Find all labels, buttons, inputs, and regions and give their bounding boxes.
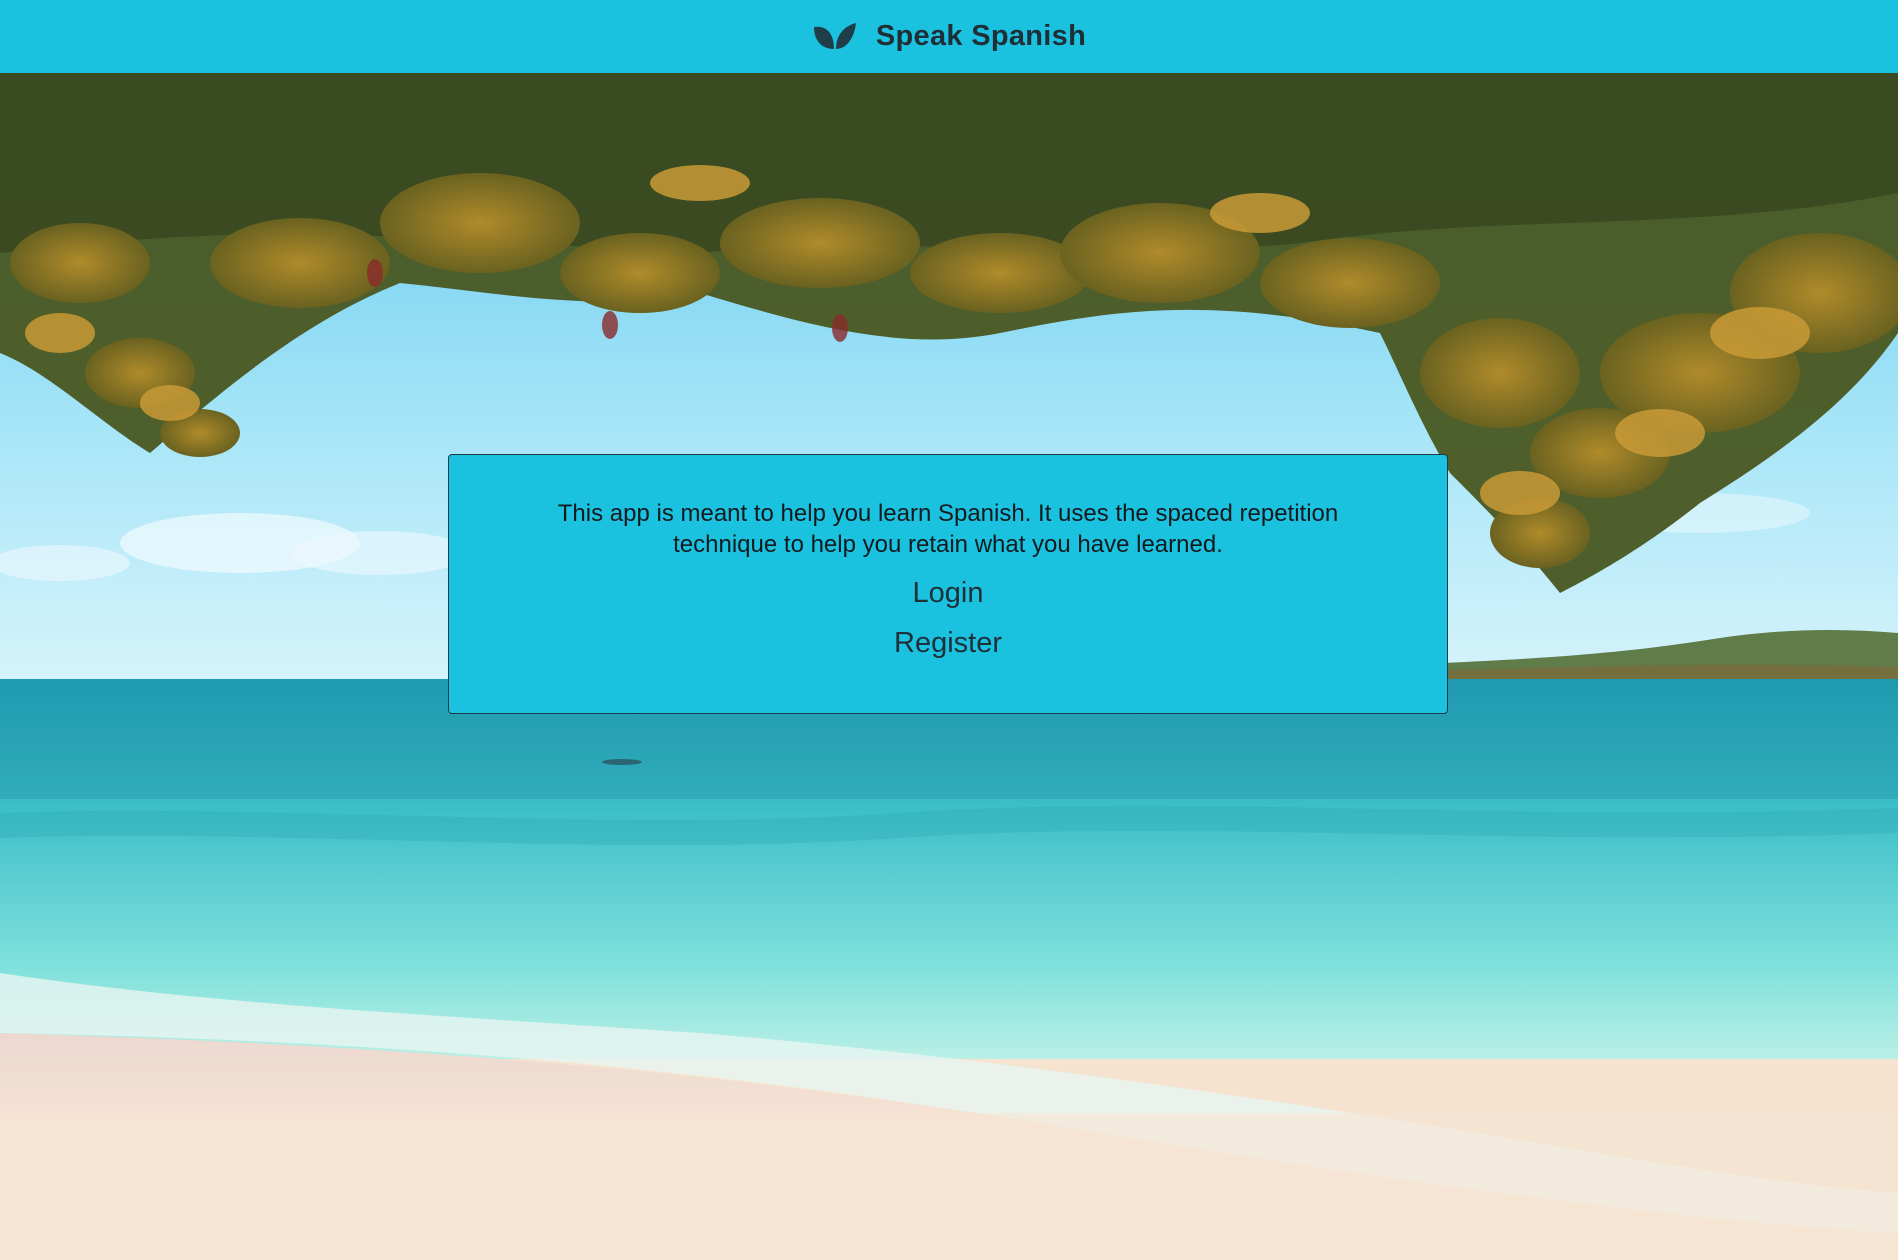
welcome-card: This app is meant to help you learn Span… xyxy=(448,454,1448,714)
intro-text: This app is meant to help you learn Span… xyxy=(557,500,1339,558)
register-link[interactable]: Register xyxy=(894,627,1002,660)
leaves-icon xyxy=(813,22,856,49)
brand-link[interactable]: Speak Spanish xyxy=(812,20,1086,53)
top-navbar: Speak Spanish xyxy=(0,0,1898,73)
login-link[interactable]: Login xyxy=(913,577,984,610)
app-title: Speak Spanish xyxy=(875,20,1087,52)
